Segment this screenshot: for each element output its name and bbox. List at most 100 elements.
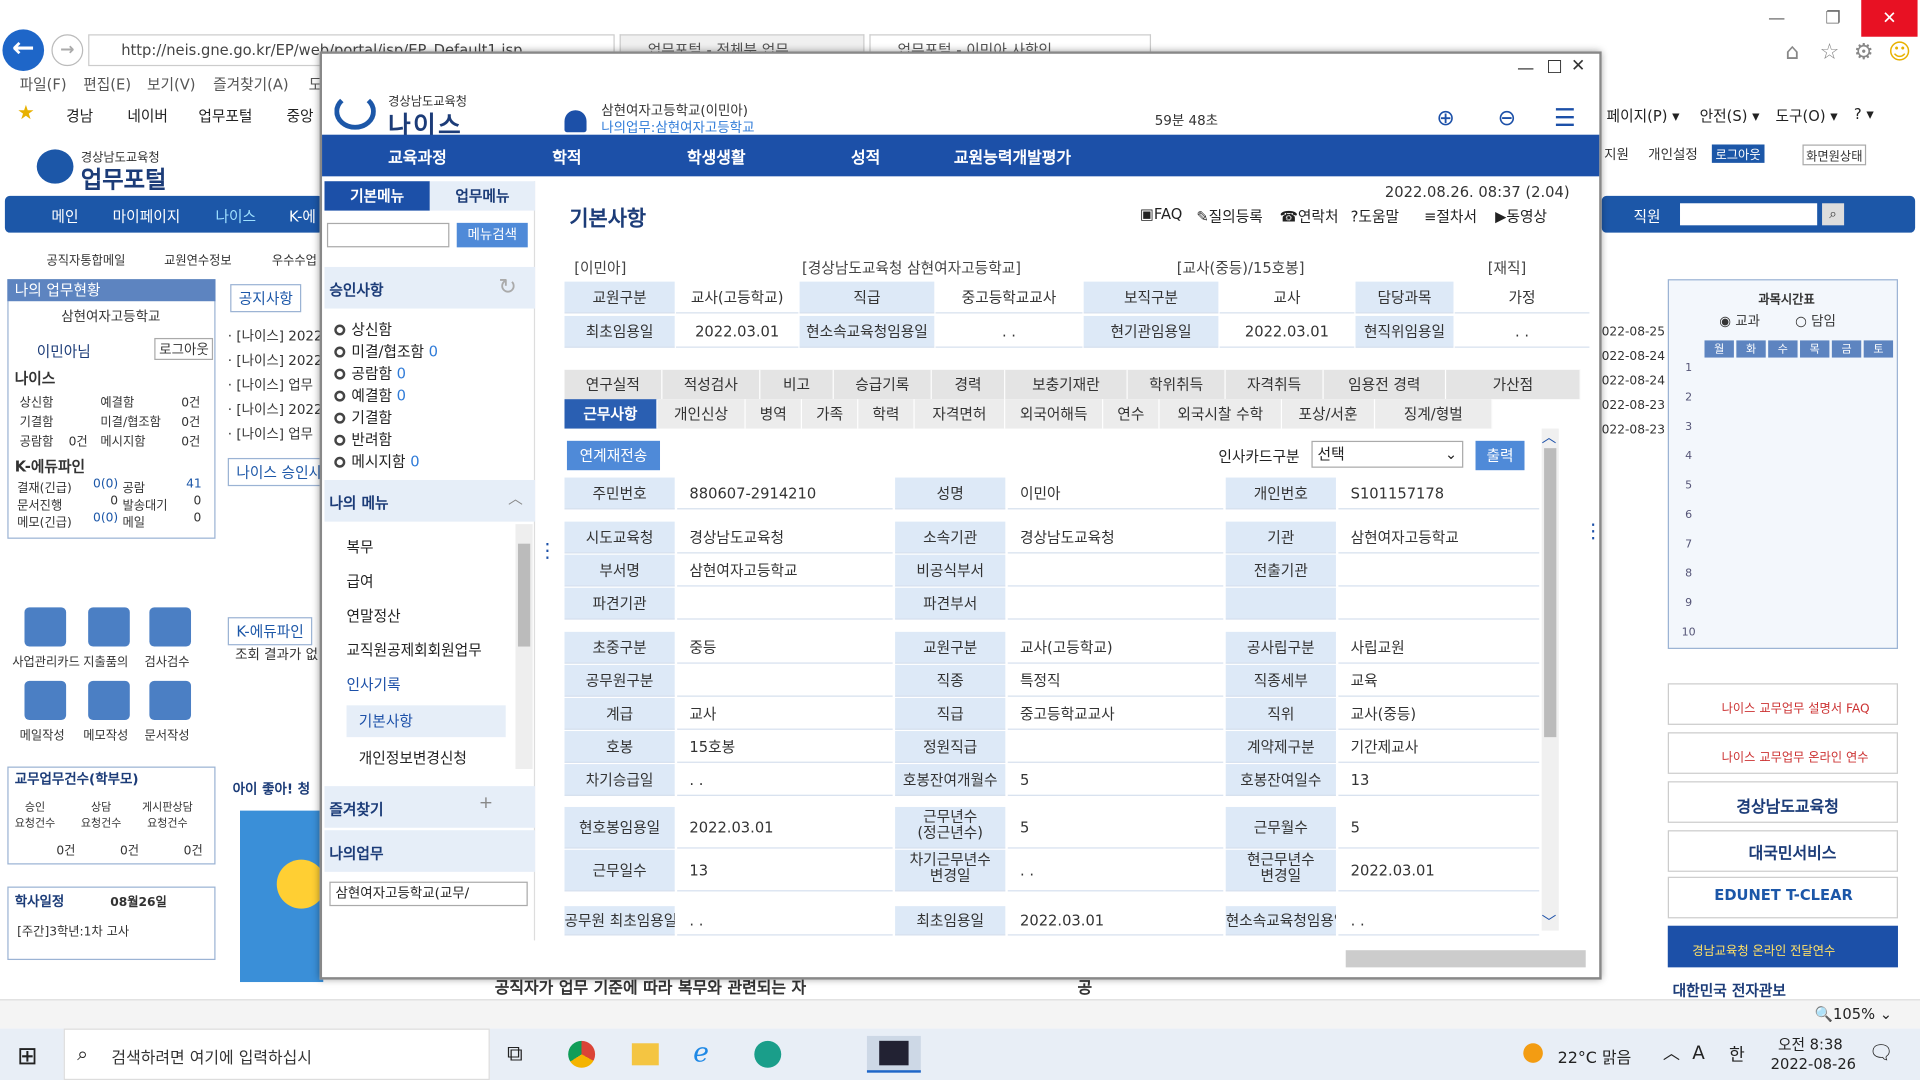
help-video[interactable]: ▶동영상 <box>1495 206 1547 227</box>
smiley-icon[interactable]: ☺ <box>1888 39 1911 65</box>
clock-time[interactable]: 오전 8:38 <box>1778 1033 1843 1054</box>
side-tab-work[interactable]: 업무메뉴 <box>429 181 536 211</box>
explorer-folder-icon[interactable] <box>631 1043 659 1066</box>
tray-up-icon[interactable]: ︿ <box>1663 1041 1680 1065</box>
portal-top-logout[interactable]: 로그아웃 <box>1711 144 1765 163</box>
staff-search-icon[interactable]: ⌕ <box>1822 203 1845 226</box>
notice-2[interactable]: · [나이스] 2022 <box>228 350 323 370</box>
approve-sangsin[interactable]: 상신함 <box>334 318 392 339</box>
work-select[interactable]: 삼현여자고등학교(교무/ <box>329 881 528 907</box>
help-procedure[interactable]: ≡절차서 <box>1424 206 1477 227</box>
link-resend-button[interactable]: 연계재전송 <box>566 440 661 471</box>
document-icon[interactable] <box>149 680 192 721</box>
fav-joongang[interactable]: 중앙 <box>287 105 314 126</box>
tab2-1[interactable]: 개인신상 <box>657 399 746 429</box>
help-menu[interactable]: ? ▾ <box>1854 105 1874 122</box>
notification-icon[interactable]: 🗨 <box>1869 1041 1894 1064</box>
side-tab-basic[interactable]: 기본메뉴 <box>324 181 430 211</box>
help-question[interactable]: ✎질의등록 <box>1196 206 1262 227</box>
approve-gigyeol[interactable]: 기결함 <box>334 407 392 428</box>
nav-curriculum[interactable]: 교육과정 <box>388 144 447 167</box>
tab2-8[interactable]: 외국시찰 수학 <box>1159 399 1283 429</box>
menu-year-end[interactable]: 연말정산 <box>347 605 401 626</box>
quick-mail[interactable]: 공직자통합메일 <box>47 250 126 268</box>
nav-records[interactable]: 학적 <box>552 144 581 167</box>
forward-button[interactable]: → <box>51 34 84 67</box>
mywork-title[interactable]: 나의업무 <box>329 842 383 863</box>
weather-text[interactable]: 22°C 맑음 <box>1558 1044 1632 1067</box>
help-manual[interactable]: ?도움말 <box>1351 206 1399 227</box>
print-button[interactable]: 출력 <box>1475 440 1525 471</box>
quick-class[interactable]: 우수수업 <box>272 250 317 268</box>
close-icon[interactable]: ✕ <box>1861 0 1918 37</box>
notice-4[interactable]: · [나이스] 2022 <box>228 399 323 419</box>
menu-favorites[interactable]: 즐겨찾기(A) <box>213 73 289 94</box>
tab2-5[interactable]: 자격면허 <box>914 399 1006 429</box>
tab2-4[interactable]: 학력 <box>858 399 915 429</box>
back-button[interactable]: ← <box>2 29 45 72</box>
portal-logout[interactable]: 로그아웃 <box>154 337 214 361</box>
portal-top-support[interactable]: 지원 <box>1604 144 1629 164</box>
neis-approve-tab[interactable]: 나이스 승인사 <box>227 457 331 487</box>
tools-menu[interactable]: 도구(O) ▾ <box>1776 105 1838 126</box>
portal-nav-kedu[interactable]: K-에 <box>289 206 316 227</box>
approve-yegyeol[interactable]: 예결함 0 <box>334 384 406 405</box>
horizontal-scrollbar[interactable] <box>1345 950 1586 968</box>
chrome-icon[interactable] <box>568 1040 596 1068</box>
help-contact[interactable]: ☎연락처 <box>1280 206 1339 227</box>
tab2-0[interactable]: 근무사항 <box>564 399 658 429</box>
workcount-val-1[interactable]: 0건 <box>56 840 75 858</box>
tab-2[interactable]: 비고 <box>760 369 834 400</box>
ime-a[interactable]: A <box>1692 1042 1705 1064</box>
staff-search-input[interactable] <box>1680 203 1818 226</box>
side-scroll-thumb[interactable] <box>517 543 531 647</box>
submenu-change-request[interactable]: 개인정보변경신청 <box>359 747 467 768</box>
fav-gyeongnam[interactable]: 경남 <box>66 105 93 126</box>
menu-search-input[interactable] <box>326 222 450 248</box>
menu-mutual-aid[interactable]: 교직원공제회회원업무 <box>347 639 482 660</box>
workcount-val-2[interactable]: 0건 <box>120 840 139 858</box>
portal-nav-neis[interactable]: 나이스 <box>216 206 257 227</box>
timetable-radio-homeroom[interactable]: ○ 담임 <box>1795 311 1836 331</box>
kedu2-tab[interactable]: K-에듀파인 <box>227 617 313 646</box>
quick-training[interactable]: 교원연수정보 <box>164 250 232 268</box>
refresh-icon[interactable]: ↻ <box>498 274 516 300</box>
schedule-item[interactable]: [주간]3학년:1차 고사 <box>17 921 129 939</box>
inspection-icon[interactable] <box>149 607 192 647</box>
tab-9[interactable]: 가산점 <box>1446 369 1581 400</box>
ie-icon[interactable]: ℯ <box>693 1038 709 1069</box>
nav-grades[interactable]: 성적 <box>851 144 880 167</box>
portal-top-settings[interactable]: 개인설정 <box>1648 144 1698 164</box>
portal-top-reset[interactable]: 화면원상태 <box>1802 144 1867 166</box>
menu-hr-records[interactable]: 인사기록 <box>347 673 401 694</box>
right-drag-handle-icon[interactable]: ⋮ <box>1583 519 1603 542</box>
tab2-9[interactable]: 포상/서훈 <box>1282 399 1376 429</box>
minimize-icon[interactable]: — <box>1749 0 1805 37</box>
nav-student-life[interactable]: 학생생활 <box>687 144 746 167</box>
menu-salary[interactable]: 급여 <box>347 571 374 592</box>
tab-3[interactable]: 승급기록 <box>833 369 932 400</box>
help-faq[interactable]: ▣FAQ <box>1140 206 1182 223</box>
collapse-icon[interactable]: ︿ <box>508 487 523 508</box>
home-icon[interactable]: ⌂ <box>1785 39 1799 65</box>
tab-6[interactable]: 학위취득 <box>1127 369 1226 400</box>
windows-start-icon[interactable]: ⊞ <box>17 1041 38 1070</box>
menu-duty[interactable]: 복무 <box>347 536 374 557</box>
tab-7[interactable]: 자격취득 <box>1225 369 1324 400</box>
menu-edit[interactable]: 편집(E) <box>83 73 131 94</box>
neis-max-icon[interactable]: □ <box>1547 56 1563 76</box>
menu-view[interactable]: 보기(V) <box>147 73 196 94</box>
scroll-down-icon[interactable]: ﹀ <box>1542 911 1557 932</box>
tab-8[interactable]: 임용전 경력 <box>1323 369 1447 400</box>
tab-1[interactable]: 적성검사 <box>662 369 761 400</box>
portal-nav-mypage[interactable]: 마이페이지 <box>113 206 181 227</box>
zoom-in-icon[interactable]: ⊕ <box>1436 105 1454 131</box>
safety-menu[interactable]: 안전(S) ▾ <box>1700 105 1760 126</box>
notice-tab[interactable]: 공지사항 <box>230 284 302 313</box>
page-menu[interactable]: 페이지(P) ▾ <box>1607 105 1680 126</box>
tab-5[interactable]: 보충기재란 <box>1005 369 1128 400</box>
notice-5[interactable]: · [나이스] 업무 <box>228 424 313 444</box>
portal-nav-main[interactable]: 메인 <box>51 206 78 227</box>
edge-icon[interactable] <box>754 1040 782 1068</box>
neis-min-icon[interactable]: — <box>1517 59 1534 79</box>
